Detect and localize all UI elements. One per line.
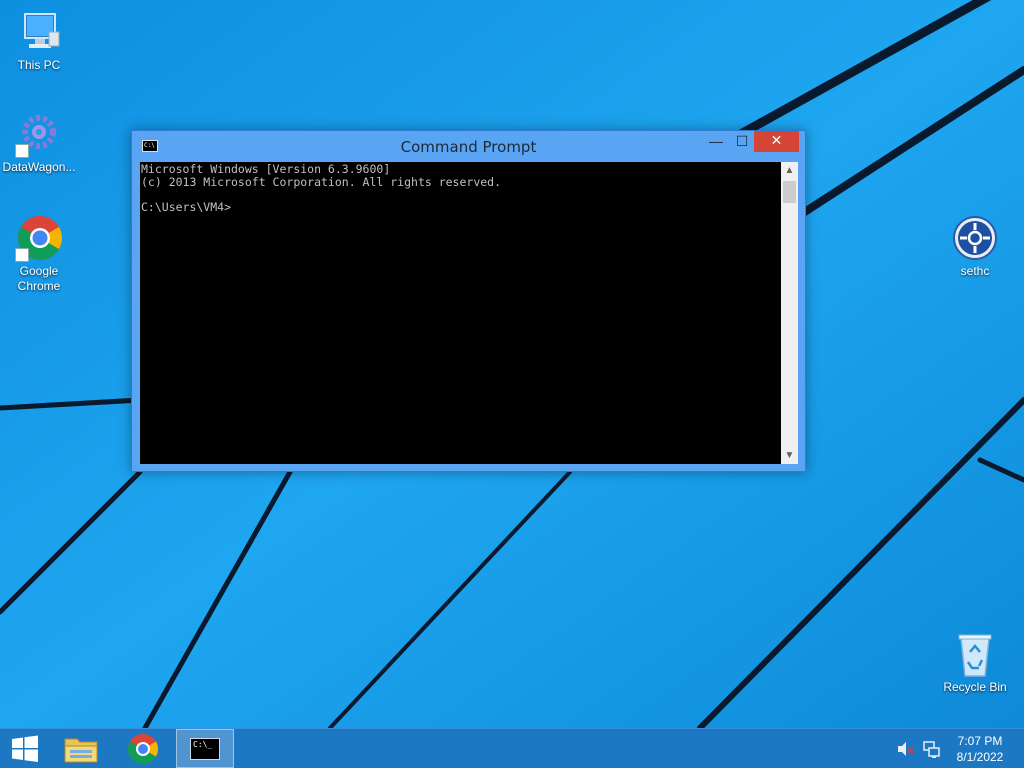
clock-time: 7:07 PM [957,734,1003,748]
shortcut-arrow-icon [15,144,29,158]
desktop-icon-recycle-bin[interactable]: Recycle Bin [936,630,1014,695]
desktop: This PC DataWagon... Google Chrome sethc… [0,0,1024,728]
scroll-thumb[interactable] [783,181,796,203]
clock-date: 8/1/2022 [956,750,1004,764]
chrome-icon [15,214,63,262]
this-pc-icon [15,8,63,56]
desktop-icon-this-pc[interactable]: This PC [0,8,78,73]
minimize-button[interactable]: — [702,131,730,152]
taskbar: C:\_ 7:07 PM 8/1/2022 [0,728,1024,768]
datawagon-icon [15,110,63,158]
scroll-up-arrow-icon[interactable]: ▲ [781,162,798,179]
speaker-muted-icon[interactable] [896,739,916,759]
maximize-button[interactable]: ☐ [728,131,756,152]
close-button[interactable]: ✕ [754,131,799,152]
desktop-icon-google-chrome[interactable]: Google Chrome [0,214,78,294]
command-prompt-icon-text: C:\_ [193,740,213,749]
console-output[interactable]: Microsoft Windows [Version 6.3.9600] (c)… [140,162,781,464]
desktop-icon-datawagon[interactable]: DataWagon... [0,110,78,175]
vertical-scrollbar[interactable]: ▲ ▼ [781,162,798,464]
desktop-icon-label: sethc [960,264,990,278]
window-titlebar[interactable]: C:\ Command Prompt — ☐ ✕ [132,131,805,161]
command-prompt-icon: C:\_ [190,738,220,760]
sethc-icon [951,214,999,262]
system-clock[interactable]: 7:07 PM 8/1/2022 [944,733,1016,765]
desktop-icon-sethc[interactable]: sethc [936,214,1014,279]
desktop-icon-label: Google Chrome [17,264,61,293]
network-icon[interactable] [921,739,941,759]
start-button[interactable] [0,729,50,768]
windows-logo-icon [12,735,38,762]
desktop-icon-label: This PC [17,58,61,72]
desktop-icon-label: DataWagon... [2,160,76,174]
file-explorer-icon [64,738,98,763]
taskbar-command-prompt-button[interactable]: C:\_ [176,729,234,768]
taskbar-file-explorer-button[interactable] [56,729,106,768]
scroll-down-arrow-icon[interactable]: ▼ [781,447,798,464]
chrome-icon [127,734,159,765]
command-prompt-window[interactable]: C:\ Command Prompt — ☐ ✕ Microsoft Windo… [131,130,806,472]
desktop-icon-label: Recycle Bin [943,680,1007,694]
taskbar-chrome-button[interactable] [118,729,168,768]
recycle-bin-icon [951,630,999,678]
shortcut-arrow-icon [15,248,29,262]
